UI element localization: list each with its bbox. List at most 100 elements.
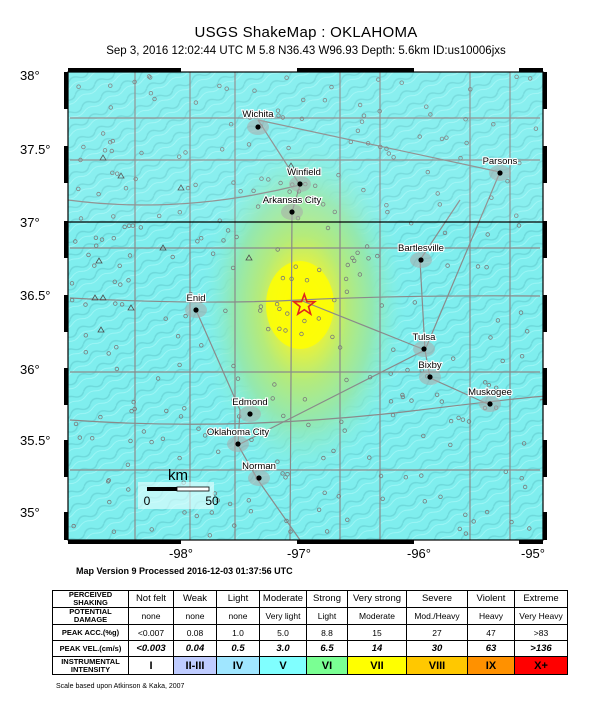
city-marker: [247, 411, 253, 417]
pga-row: PEAK ACC.(%g) <0.007 0.08 1.0 5.0 8.8 15 27 47 >…: [52, 624, 568, 641]
legend-intensity-cell: IX: [467, 656, 515, 675]
map-version: Map Version 9 Processed 2016-12-03 01:37…: [76, 566, 293, 576]
scale-note: Scale based upon Atkinson & Kaka, 2007: [56, 683, 185, 690]
lat-tick-band: [64, 221, 68, 258]
city-marker: [255, 124, 261, 130]
lat-tick-band: [64, 146, 68, 183]
lat-label: 37.5°: [20, 142, 51, 157]
city-label: Enid: [186, 293, 205, 304]
lat-label: 37°: [20, 215, 40, 230]
lat-tick-band: [543, 146, 547, 183]
lat-tick-band: [64, 72, 68, 109]
city-marker: [235, 441, 241, 447]
legend-damage-cell: Heavy: [467, 607, 515, 625]
legend-pgv-cell: 30: [406, 640, 468, 657]
lat-tick-band: [543, 440, 547, 477]
lon-tick-band: [68, 68, 181, 72]
legend-pga-cell: >83: [514, 624, 568, 641]
lat-label: 38°: [20, 68, 40, 83]
legend-shaking-cell: Severe: [406, 590, 468, 608]
scale-unit: km: [168, 467, 188, 484]
legend-shaking-cell: Not felt: [128, 590, 174, 608]
legend-intensity-cell: I: [128, 656, 174, 675]
shaking-row: PERCEIVED SHAKING Not felt Weak Light Moder…: [52, 590, 568, 608]
legend-shaking-cell: Strong: [306, 590, 348, 608]
lon-tick-band: [519, 540, 543, 544]
lon-label: -95°: [521, 546, 545, 561]
lon-tick-band: [297, 68, 414, 72]
row-header: INSTRUMENTAL INTENSITY: [52, 656, 129, 675]
city-label: Muskogee: [468, 387, 512, 398]
city-marker: [256, 475, 262, 481]
legend-pga-cell: 47: [467, 624, 515, 641]
city-marker: [297, 181, 303, 187]
city-label: Bartlesville: [398, 243, 444, 254]
row-header: PERCEIVED SHAKING: [52, 590, 129, 608]
legend-pga-cell: 8.8: [306, 624, 348, 641]
legend-damage-cell: Very Heavy: [514, 607, 568, 625]
scale-start: 0: [144, 494, 151, 508]
legend-pgv-cell: 14: [347, 640, 407, 657]
legend-shaking-cell: Weak: [173, 590, 217, 608]
row-header: POTENTIAL DAMAGE: [52, 607, 129, 625]
legend-intensity-cell: IV: [216, 656, 260, 675]
city-marker: [289, 209, 295, 215]
legend-pgv-cell: 6.5: [306, 640, 348, 657]
pgv-row: PEAK VEL.(cm/s) <0.003 0.04 0.5 3.0 6.5 14 30 6…: [52, 640, 568, 657]
legend-pgv-cell: 63: [467, 640, 515, 657]
legend-damage-cell: Light: [306, 607, 348, 625]
legend-intensity-cell: VI: [306, 656, 348, 675]
lon-label: -98°: [169, 546, 193, 561]
damage-row: POTENTIAL DAMAGE none none none Very light L…: [52, 607, 568, 625]
lat-tick-band: [543, 72, 547, 109]
legend-pga-cell: 0.08: [173, 624, 217, 641]
lon-tick-band: [519, 68, 543, 72]
lat-tick-band: [64, 440, 68, 477]
city-label: Edmond: [232, 397, 267, 408]
lon-label: -97°: [287, 546, 311, 561]
legend-shaking-cell: Violent: [467, 590, 515, 608]
city-label: Parsons: [483, 156, 518, 167]
legend-shaking-cell: Extreme: [514, 590, 568, 608]
lon-tick-band: [68, 540, 181, 544]
city-label: Bixby: [418, 360, 441, 371]
legend-pga-cell: <0.007: [128, 624, 174, 641]
legend-damage-cell: none: [128, 607, 174, 625]
lat-tick-band: [64, 512, 68, 540]
lat-tick-band: [543, 221, 547, 258]
city-label: Wichita: [242, 109, 274, 120]
scale-end: 50: [205, 494, 219, 508]
lat-tick-band: [543, 295, 547, 332]
legend-pga-cell: 1.0: [216, 624, 260, 641]
city-label: Tulsa: [413, 332, 437, 343]
legend-damage-cell: Mod./Heavy: [406, 607, 468, 625]
city-label: Oklahoma City: [207, 427, 270, 438]
legend-pgv-cell: 3.0: [259, 640, 307, 657]
city-label: Norman: [242, 461, 276, 472]
legend-damage-cell: none: [216, 607, 260, 625]
legend-intensity-cell: VIII: [406, 656, 468, 675]
row-header: PEAK VEL.(cm/s): [52, 640, 129, 657]
legend-shaking-cell: Very strong: [347, 590, 407, 608]
city-marker: [193, 307, 199, 313]
legend-damage-cell: Moderate: [347, 607, 407, 625]
lat-label: 35°: [20, 505, 40, 520]
row-header: PEAK ACC.(%g): [52, 624, 129, 641]
legend-shaking-cell: Moderate: [259, 590, 307, 608]
lat-tick-band: [543, 368, 547, 405]
legend-damage-cell: Very light: [259, 607, 307, 625]
legend-pga-cell: 15: [347, 624, 407, 641]
legend-pgv-cell: 0.5: [216, 640, 260, 657]
legend-intensity-cell: X+: [514, 656, 568, 675]
lat-tick-band: [64, 295, 68, 332]
lat-label: 35.5°: [20, 433, 51, 448]
legend-damage-cell: none: [173, 607, 217, 625]
city-marker: [421, 346, 427, 352]
legend-intensity-cell: VII: [347, 656, 407, 675]
lat-label: 36°: [20, 362, 40, 377]
lon-label: -96°: [407, 546, 431, 561]
legend-pga-cell: 5.0: [259, 624, 307, 641]
legend-shaking-cell: Light: [216, 590, 260, 608]
lat-tick-band: [543, 512, 547, 540]
legend-intensity-cell: II-III: [173, 656, 217, 675]
